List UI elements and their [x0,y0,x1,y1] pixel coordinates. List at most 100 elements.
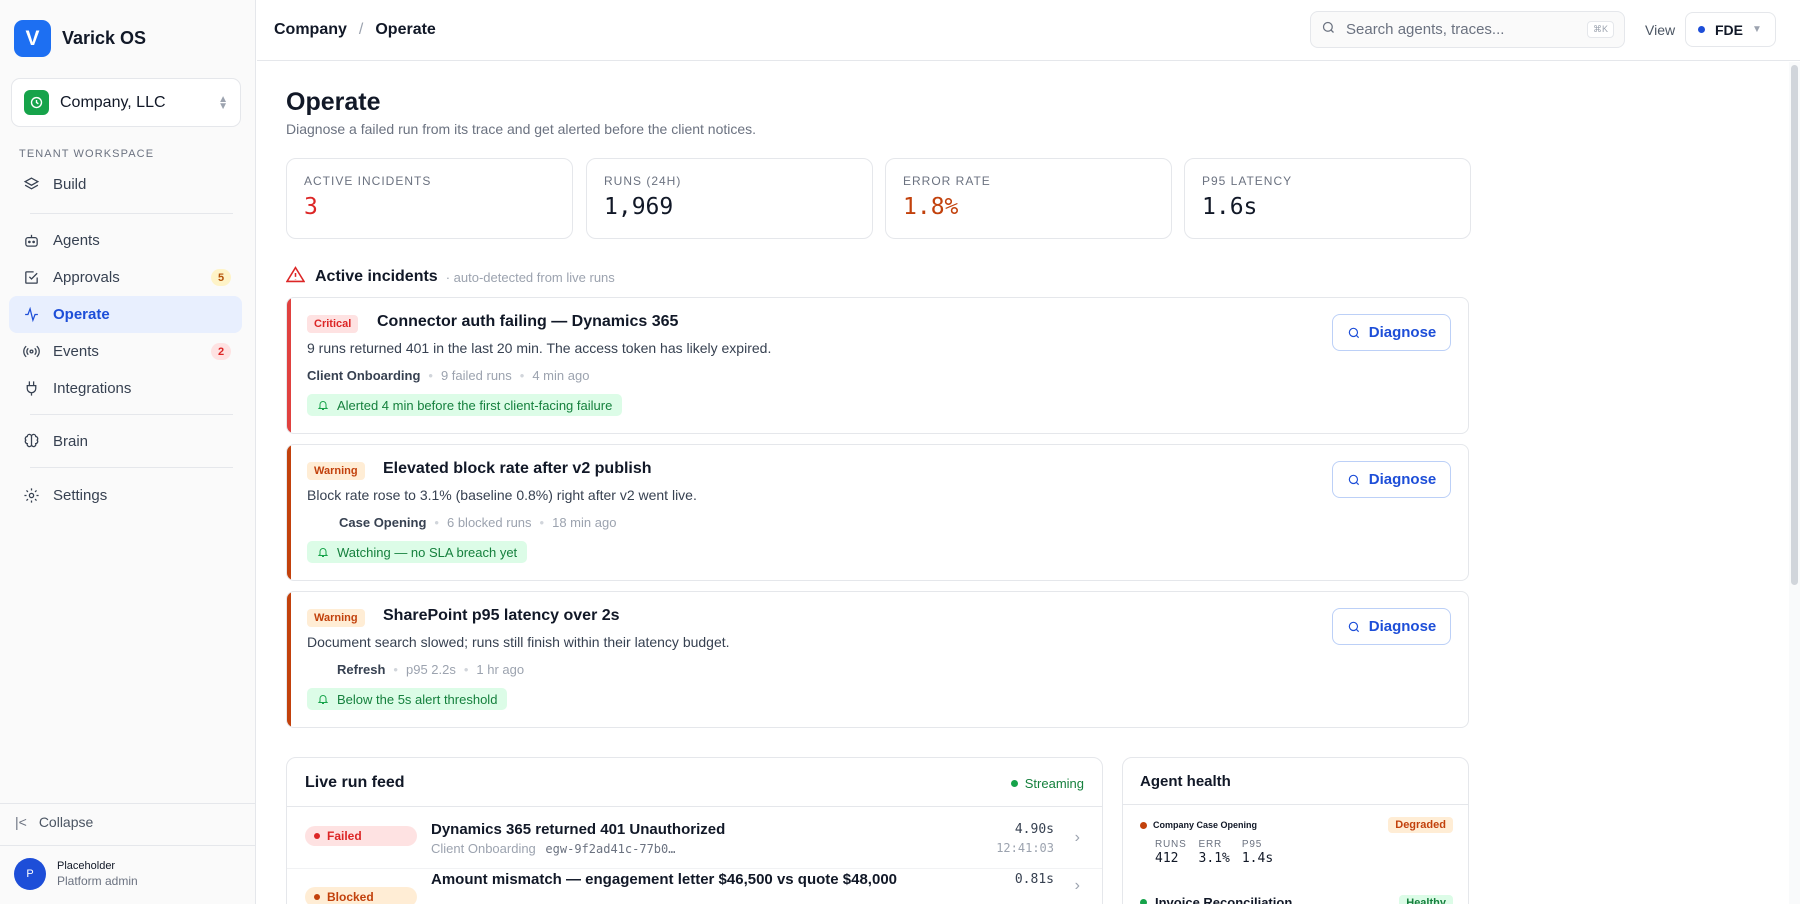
alert-chip: Alerted 4 min before the first client-fa… [307,394,623,416]
incident-card[interactable]: Critical Connector auth failing — Dynami… [286,297,1469,434]
stat-label: ERROR RATE [903,174,991,188]
status-dot [1010,780,1018,787]
incident-card[interactable]: Warning SharePoint p95 latency over 2s D… [286,591,1469,728]
run-trace-id: egw-9f2ad41c-77b0… [545,842,676,856]
breadcrumb: Company / Operate [274,21,436,39]
breadcrumb-company[interactable]: Company [274,21,347,39]
incident-meta: Refresh • p95 2.2s • 1 hr ago [337,662,525,677]
alert-text: Watching — no SLA breach yet [337,544,518,560]
run-duration: 4.90s [1014,822,1054,837]
run-title: Amount mismatch — engagement letter $46,… [431,871,898,888]
search-input[interactable] [1346,21,1587,38]
diagnose-button[interactable]: Diagnose [1332,461,1451,498]
stat-label: P95 LATENCY [1202,174,1293,188]
run-time: 12:41:03 [996,841,1054,855]
divider [30,213,233,214]
status-badge: Healthy [1399,895,1453,904]
incident-stat: p95 2.2s [405,662,456,677]
search-shortcut: ⌘K [1586,21,1614,38]
plug-icon [22,380,40,398]
run-title: Dynamics 365 returned 401 Unauthorized [431,821,726,838]
incidents-header: Active incidents · auto-detected from li… [285,266,615,288]
view-select[interactable]: FDE ▼ [1685,12,1776,47]
metric-p95: P95 1.4s [1241,839,1274,866]
app-logo: V [14,20,51,57]
sidebar: V Varick OS Company, LLC ▲ ▼ TENANT WORKS… [0,0,256,904]
status-dot [1140,821,1147,829]
divider [30,414,233,415]
sidebar-item-brain[interactable]: Brain [9,423,242,460]
gear-icon [22,487,40,505]
stat-label: ACTIVE INCIDENTS [304,174,432,188]
incidents-meta: · auto-detected from live runs [445,269,615,285]
incident-time: 1 hr ago [476,662,525,677]
run-subtitle: Client Onboarding egw-9f2ad41c-77b0… [431,841,675,856]
sidebar-item-operate[interactable]: Operate [9,296,242,333]
health-title: Agent health [1140,773,1231,790]
incident-agent[interactable]: Refresh [337,662,385,677]
incident-title: Connector auth failing — Dynamics 365 [377,313,679,330]
stat-value: 1.8% [903,194,959,220]
divider [1123,804,1468,805]
incident-stat: 9 failed runs [440,368,512,383]
tenant-switcher[interactable]: Company, LLC ▲ ▼ [11,78,241,127]
incident-title: Elevated block rate after v2 publish [383,460,652,477]
stat-value: 3 [304,194,318,220]
sidebar-item-approvals[interactable]: Approvals 5 [9,259,242,296]
status-label: Blocked [327,890,374,904]
bell-icon [317,695,329,704]
incident-agent[interactable]: Client Onboarding [307,368,420,383]
user-role: Platform admin [57,874,138,888]
scrollbar-thumb[interactable] [1791,65,1798,585]
app-name: Varick OS [62,28,147,48]
diagnose-label: Diagnose [1368,471,1437,488]
user-menu[interactable]: P Placeholder Platform admin [14,858,138,890]
status-badge: Failed [305,826,417,846]
agent-health-row[interactable]: Company Case Opening Degraded RUNS 412 E… [1140,817,1453,866]
chevron-down-icon: ▼ [1752,24,1762,35]
sidebar-item-label: Build [53,176,87,193]
breadcrumb-separator: / [358,21,364,38]
diagnose-button[interactable]: Diagnose [1332,314,1451,351]
sidebar-item-build[interactable]: Build [9,166,242,203]
chevron-right-icon: › [1074,829,1080,846]
collapse-label: Collapse [38,814,94,830]
severity-badge: Critical [307,315,359,333]
search-box[interactable]: ⌘K [1310,11,1625,48]
brand[interactable]: V Varick OS [14,20,146,57]
diagnose-button[interactable]: Diagnose [1332,608,1451,645]
agent-health-row[interactable]: Invoice Reconciliation Healthy [1140,895,1453,904]
layers-icon [22,176,40,194]
run-row[interactable]: Blocked Amount mismatch — engagement let… [287,869,1102,904]
severity-badge: Warning [307,609,365,627]
feed-title: Live run feed [305,774,405,791]
stat-card-error-rate: ERROR RATE 1.8% [885,158,1172,239]
brain-icon [22,433,40,451]
run-row[interactable]: Failed Dynamics 365 returned 401 Unautho… [287,807,1102,869]
sidebar-item-label: Events [53,343,99,360]
collapse-icon: |< [15,814,27,830]
page-title: Operate [286,88,381,116]
incident-description: 9 runs returned 401 in the last 20 min. … [307,340,772,356]
incident-description: Document search slowed; runs still finis… [307,634,730,650]
sidebar-item-label: Brain [53,433,89,450]
collapse-button[interactable]: |< Collapse [15,814,93,830]
sidebar-item-agents[interactable]: Agents [9,222,242,259]
incident-card[interactable]: Warning Elevated block rate after v2 pub… [286,444,1469,581]
streaming-label: Streaming [1024,776,1084,791]
incident-meta: Client Onboarding • 9 failed runs • 4 mi… [307,368,590,383]
divider [0,803,256,804]
sidebar-item-settings[interactable]: Settings [9,477,242,514]
incident-agent[interactable]: Case Opening [339,515,426,530]
run-duration: 0.81s [1014,872,1054,887]
incident-time: 4 min ago [532,368,590,383]
status-badge: Blocked [305,887,417,904]
sidebar-item-events[interactable]: Events 2 [9,333,242,370]
agent-metrics: RUNS 412 ERR 3.1% P95 1.4s [1140,839,1453,866]
scrollbar[interactable] [1789,62,1800,904]
bell-icon [317,548,329,557]
user-name: Placeholder [57,860,116,872]
stat-value: 1,969 [604,194,674,220]
sidebar-item-integrations[interactable]: Integrations [9,370,242,407]
sidebar-item-label: Integrations [53,380,132,397]
